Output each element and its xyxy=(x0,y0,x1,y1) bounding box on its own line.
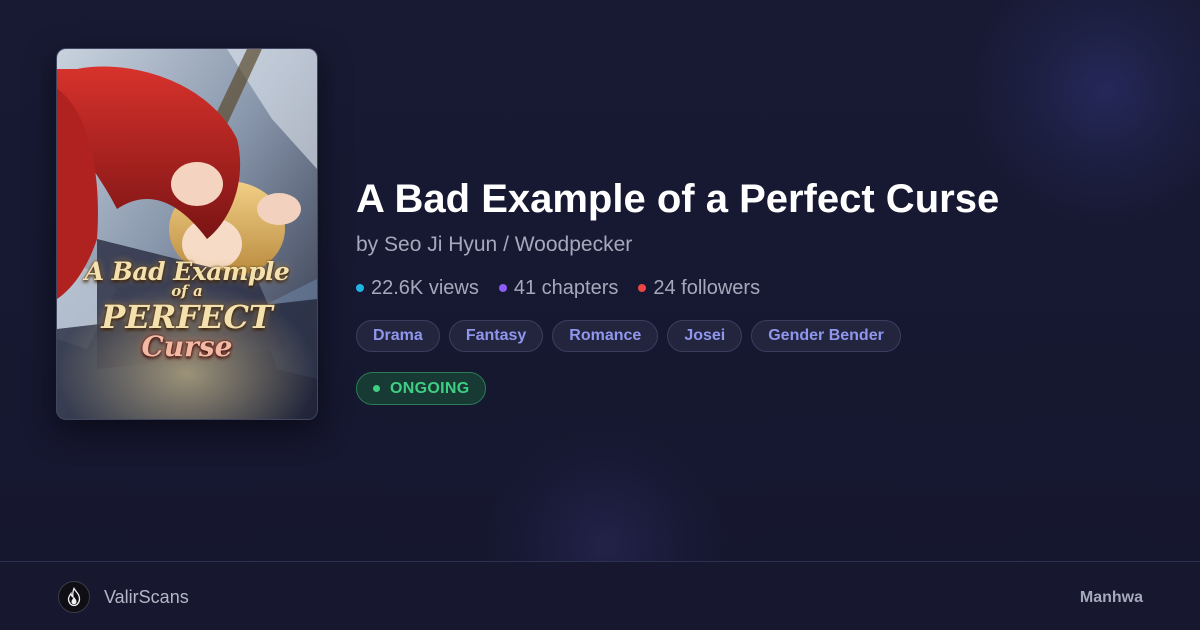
series-info: A Bad Example of a Perfect Curse by Seo … xyxy=(356,176,1156,405)
footer-bar: ValirScans Manhwa xyxy=(0,561,1200,630)
chapters-dot-icon xyxy=(498,284,507,292)
status-badge: ONGOING xyxy=(356,372,487,405)
cover-art xyxy=(57,49,317,419)
genre-tag-romance[interactable]: Romance xyxy=(552,320,659,352)
stat-followers: 24 followers xyxy=(638,276,760,300)
site-brand[interactable]: ValirScans xyxy=(58,581,189,613)
site-name: ValirScans xyxy=(104,586,189,607)
genre-tag-fantasy[interactable]: Fantasy xyxy=(448,320,544,352)
series-author: by Seo Ji Hyun / Woodpecker xyxy=(356,233,633,256)
cover-image[interactable]: A Bad Example of a PERFECT Curse xyxy=(56,48,318,420)
genre-tags: Drama Fantasy Romance Josei Gender Bende… xyxy=(356,320,1156,352)
stat-views-label: 22.6K views xyxy=(371,277,479,299)
stat-followers-label: 24 followers xyxy=(653,277,761,299)
series-stats: 22.6K views 41 chapters 24 followers xyxy=(356,276,1156,300)
series-title[interactable]: A Bad Example of a Perfect Curse xyxy=(356,176,1156,222)
followers-dot-icon xyxy=(638,284,647,292)
stat-chapters-label: 41 chapters xyxy=(513,277,619,299)
genre-tag-drama[interactable]: Drama xyxy=(356,320,440,352)
series-type: Manhwa xyxy=(1079,589,1143,606)
og-card: A Bad Example of a PERFECT Curse A Bad E… xyxy=(0,0,1200,630)
flame-icon xyxy=(58,581,90,613)
status-label: ONGOING xyxy=(390,379,470,397)
stat-chapters: 41 chapters xyxy=(498,276,619,300)
status-dot-icon xyxy=(373,385,380,392)
genre-tag-josei[interactable]: Josei xyxy=(667,320,743,352)
genre-tag-gender-bender[interactable]: Gender Bender xyxy=(751,320,901,352)
stat-views: 22.6K views xyxy=(356,276,479,300)
views-dot-icon xyxy=(356,284,364,292)
